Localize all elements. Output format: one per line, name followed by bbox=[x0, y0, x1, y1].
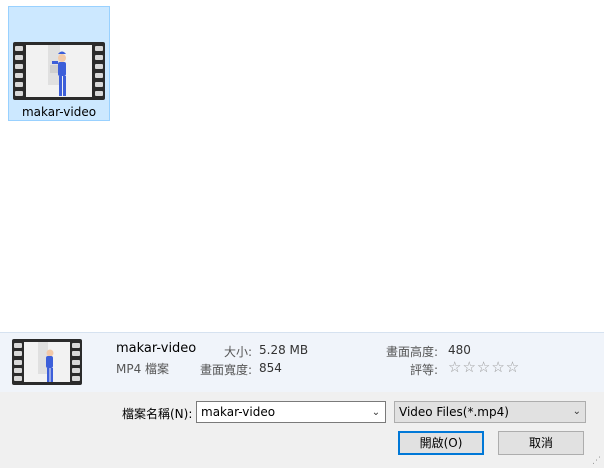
filetype-select[interactable]: Video Files(*.mp4) ⌄ bbox=[394, 401, 586, 423]
filename-label: 檔案名稱(N): bbox=[122, 407, 193, 421]
filename-input[interactable] bbox=[196, 401, 386, 423]
rating-label: 評等: bbox=[409, 363, 438, 377]
video-thumbnail-icon bbox=[13, 42, 105, 100]
details-file-name: makar-video bbox=[116, 341, 197, 356]
frame-width-label: 畫面寬度: bbox=[199, 363, 252, 377]
frame-height-value: 480 bbox=[448, 343, 471, 357]
frame-height-label: 畫面高度: bbox=[385, 345, 438, 359]
dialog-footer: 檔案名稱(N): ⌄ Video Files(*.mp4) ⌄ 開啟(O) 取消… bbox=[0, 392, 604, 468]
size-value: 5.28 MB bbox=[259, 343, 309, 357]
file-list-area[interactable]: makar-video bbox=[0, 0, 604, 332]
file-item-label: makar-video bbox=[21, 105, 97, 119]
filename-dropdown-icon[interactable]: ⌄ bbox=[366, 401, 386, 423]
chevron-down-icon: ⌄ bbox=[572, 406, 581, 417]
details-file-type: MP4 檔案 bbox=[116, 362, 170, 376]
details-pane: makar-video MP4 檔案 大小: 5.28 MB 畫面寬度: 854… bbox=[0, 332, 604, 392]
frame-width-value: 854 bbox=[259, 361, 282, 375]
details-thumbnail-icon bbox=[12, 339, 82, 385]
size-label: 大小: bbox=[223, 345, 252, 359]
filetype-value: Video Files(*.mp4) bbox=[399, 405, 509, 419]
cancel-button[interactable]: 取消 bbox=[498, 431, 584, 455]
file-item-makar-video[interactable]: makar-video bbox=[8, 6, 110, 121]
resize-grip-icon[interactable]: ⋰ bbox=[592, 456, 602, 466]
open-button[interactable]: 開啟(O) bbox=[398, 431, 484, 455]
rating-stars-icon[interactable]: ☆☆☆☆☆ bbox=[448, 358, 520, 376]
